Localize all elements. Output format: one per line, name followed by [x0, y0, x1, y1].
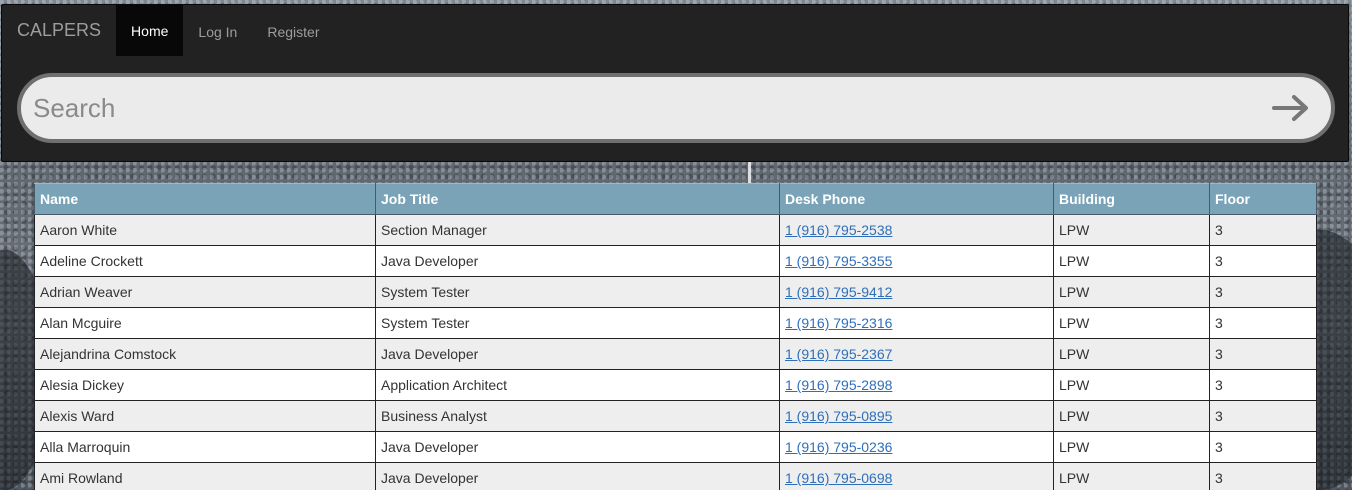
arrow-right-icon [1272, 95, 1308, 121]
cell-desk-phone: 1 (916) 795-3355 [779, 245, 1054, 277]
cell-floor: 3 [1209, 307, 1317, 339]
phone-link[interactable]: 1 (916) 795-2316 [785, 315, 892, 331]
cell-desk-phone: 1 (916) 795-9412 [779, 276, 1054, 308]
cell-job-title: Java Developer [375, 431, 780, 463]
phone-link[interactable]: 1 (916) 795-9412 [785, 284, 892, 300]
cell-name: Adrian Weaver [34, 276, 376, 308]
phone-link[interactable]: 1 (916) 795-0236 [785, 439, 892, 455]
cell-job-title: System Tester [375, 276, 780, 308]
cell-name: Alla Marroquin [34, 431, 376, 463]
cell-floor: 3 [1209, 338, 1317, 370]
phone-link[interactable]: 1 (916) 795-2898 [785, 377, 892, 393]
phone-link[interactable]: 1 (916) 795-0698 [785, 470, 892, 486]
column-header-job-title[interactable]: Job Title [375, 183, 780, 215]
nav-row: CALPERS Home Log In Register [2, 5, 334, 56]
cell-name: Ami Rowland [34, 462, 376, 490]
cell-building: LPW [1053, 400, 1210, 432]
nav-link-register[interactable]: Register [252, 7, 334, 56]
cell-name: Adeline Crockett [34, 245, 376, 277]
cell-building: LPW [1053, 462, 1210, 490]
navbar: CALPERS Home Log In Register [1, 4, 1349, 162]
cell-name: Alexis Ward [34, 400, 376, 432]
cell-desk-phone: 1 (916) 795-2367 [779, 338, 1054, 370]
nav-link-login[interactable]: Log In [183, 7, 252, 56]
column-header-floor[interactable]: Floor [1209, 183, 1317, 215]
cell-name: Aaron White [34, 214, 376, 246]
table-row: Adrian Weaver System Tester 1 (916) 795-94… [34, 276, 1317, 308]
phone-link[interactable]: 1 (916) 795-0895 [785, 408, 892, 424]
column-header-desk-phone[interactable]: Desk Phone [779, 183, 1054, 215]
cell-building: LPW [1053, 214, 1210, 246]
cell-job-title: Business Analyst [375, 400, 780, 432]
search-submit-button[interactable] [1261, 77, 1321, 139]
cell-building: LPW [1053, 245, 1210, 277]
cell-job-title: System Tester [375, 307, 780, 339]
cell-floor: 3 [1209, 245, 1317, 277]
cell-name: Alan Mcguire [34, 307, 376, 339]
cell-floor: 3 [1209, 369, 1317, 401]
table-row: Adeline Crockett Java Developer 1 (916) 79… [34, 245, 1317, 277]
cell-job-title: Java Developer [375, 245, 780, 277]
cell-desk-phone: 1 (916) 795-2538 [779, 214, 1054, 246]
table-header-row: Name Job Title Desk Phone Building Floor [34, 183, 1317, 215]
page: CALPERS Home Log In Register Search Name… [0, 0, 1352, 490]
table-row: Alan Mcguire System Tester 1 (916) 795-231… [34, 307, 1317, 339]
table-row: Alesia Dickey Application Architect 1 (916… [34, 369, 1317, 401]
cell-floor: 3 [1209, 431, 1317, 463]
cell-job-title: Java Developer [375, 338, 780, 370]
table-row: Alejandrina Comstock Java Developer 1 (916… [34, 338, 1317, 370]
phone-link[interactable]: 1 (916) 795-2367 [785, 346, 892, 362]
cell-building: LPW [1053, 307, 1210, 339]
cell-job-title: Java Developer [375, 462, 780, 490]
cell-desk-phone: 1 (916) 795-2316 [779, 307, 1054, 339]
phone-link[interactable]: 1 (916) 795-3355 [785, 253, 892, 269]
table-row: Aaron White Section Manager 1 (916) 795-25… [34, 214, 1317, 246]
cell-floor: 3 [1209, 400, 1317, 432]
phone-link[interactable]: 1 (916) 795-2538 [785, 222, 892, 238]
nav-link-home[interactable]: Home [116, 5, 184, 56]
column-header-building[interactable]: Building [1053, 183, 1210, 215]
cell-building: LPW [1053, 369, 1210, 401]
cell-floor: 3 [1209, 276, 1317, 308]
cell-desk-phone: 1 (916) 795-2898 [779, 369, 1054, 401]
cell-name: Alesia Dickey [34, 369, 376, 401]
cell-floor: 3 [1209, 462, 1317, 490]
table-row: Alla Marroquin Java Developer 1 (916) 795-… [34, 431, 1317, 463]
search-input[interactable] [21, 77, 1261, 139]
cell-job-title: Application Architect [375, 369, 780, 401]
cell-job-title: Section Manager [375, 214, 780, 246]
cell-building: LPW [1053, 276, 1210, 308]
search-bar [17, 73, 1335, 143]
brand-link[interactable]: CALPERS [2, 5, 116, 56]
table-row: Ami Rowland Java Developer 1 (916) 795-069… [34, 462, 1317, 490]
cell-building: LPW [1053, 431, 1210, 463]
cell-desk-phone: 1 (916) 795-0698 [779, 462, 1054, 490]
cell-name: Alejandrina Comstock [34, 338, 376, 370]
cell-desk-phone: 1 (916) 795-0895 [779, 400, 1054, 432]
column-header-name[interactable]: Name [34, 183, 376, 215]
cell-floor: 3 [1209, 214, 1317, 246]
directory-table-container: Name Job Title Desk Phone Building Floor… [34, 183, 1317, 490]
directory-table: Name Job Title Desk Phone Building Floor… [34, 183, 1317, 490]
cell-building: LPW [1053, 338, 1210, 370]
table-row: Alexis Ward Business Analyst 1 (916) 795-0… [34, 400, 1317, 432]
cell-desk-phone: 1 (916) 795-0236 [779, 431, 1054, 463]
